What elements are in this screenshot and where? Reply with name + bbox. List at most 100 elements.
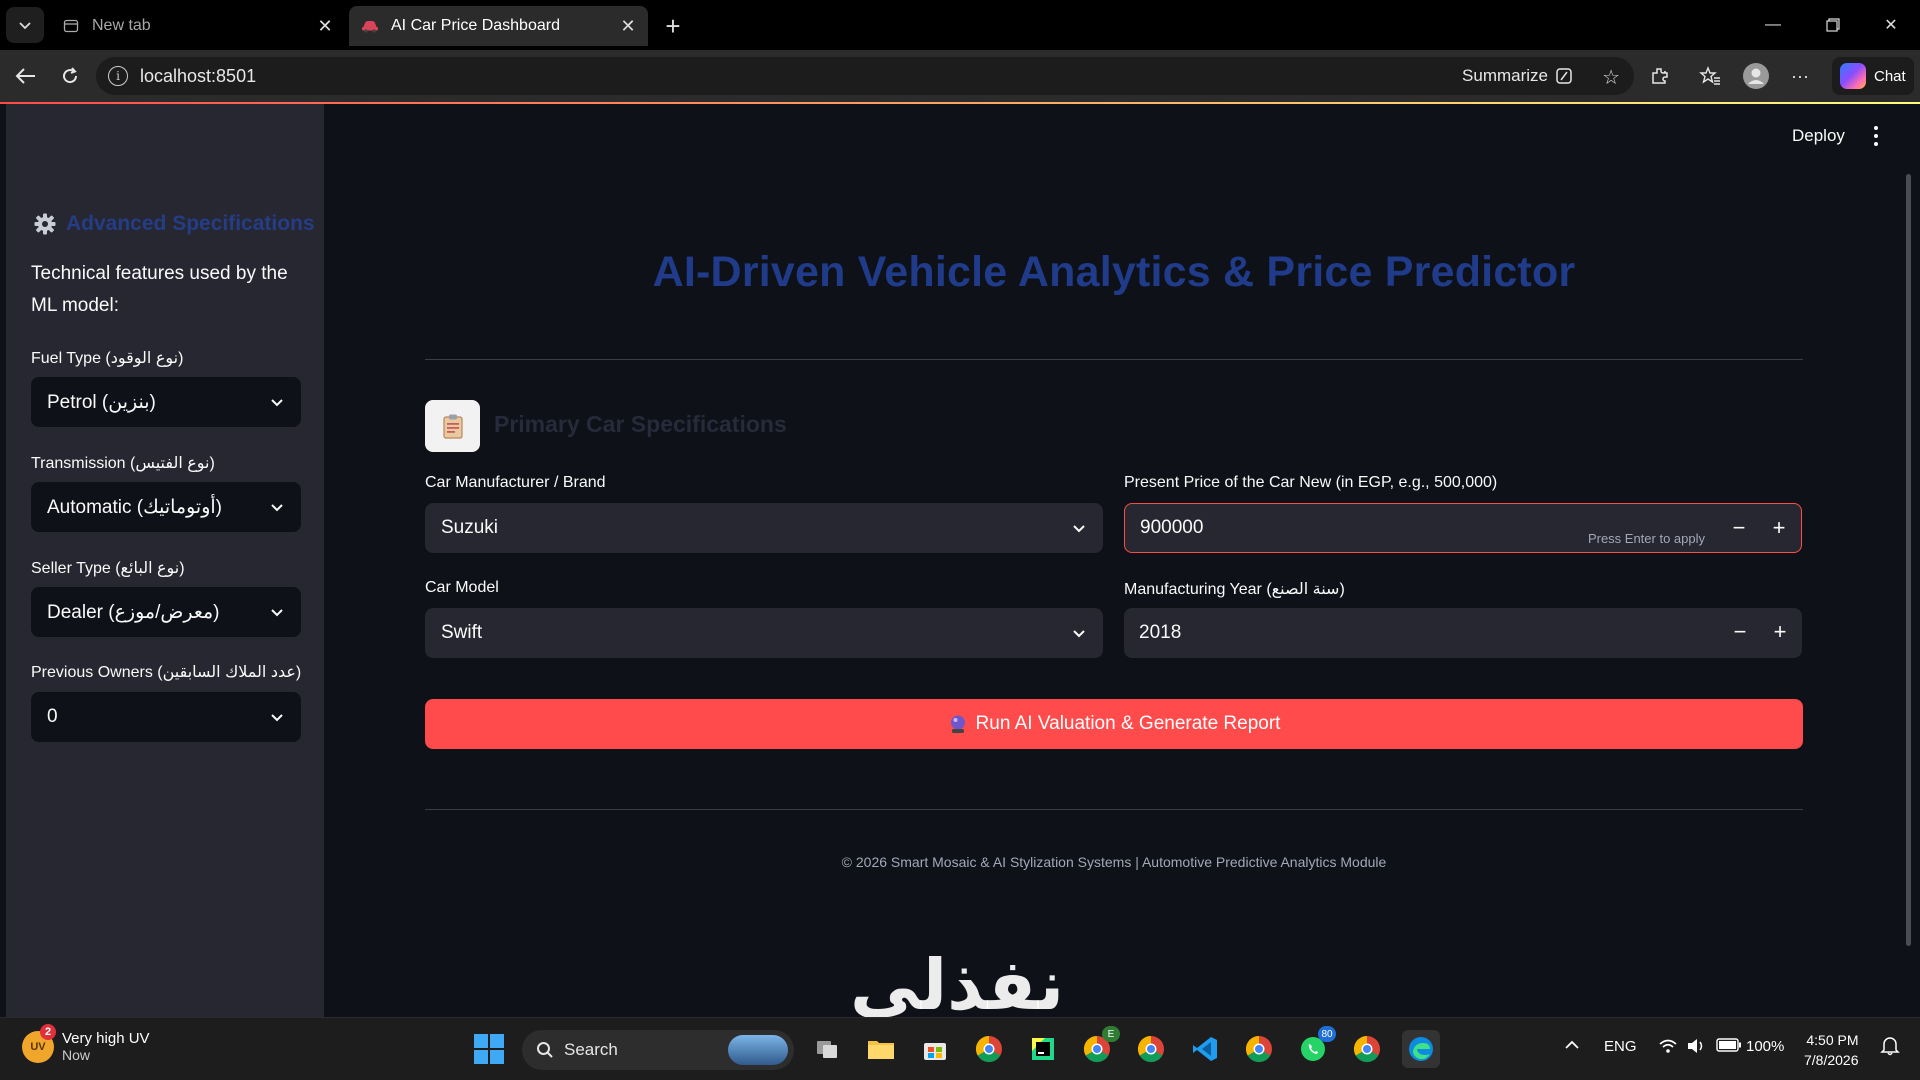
chevron-down-icon — [271, 399, 283, 407]
tab-list-button[interactable] — [6, 7, 44, 43]
page-title: AI-Driven Vehicle Analytics & Price Pred… — [652, 248, 1576, 296]
model-value: Swift — [441, 622, 483, 643]
model-select[interactable]: Swift — [425, 608, 1103, 658]
notifications-icon[interactable] — [1880, 1036, 1900, 1060]
chrome-profile-icon[interactable]: E — [1078, 1026, 1120, 1068]
decrement-button[interactable]: − — [1719, 504, 1759, 552]
chevron-down-icon — [271, 504, 283, 512]
increment-button[interactable]: + — [1759, 504, 1799, 552]
seller-type-select[interactable]: Dealer (معرض/موزع) — [31, 587, 301, 637]
browser-toolbar: i localhost:8501 Summarize ☆ ··· Chat — [0, 50, 1920, 102]
search-highlight-image — [728, 1035, 788, 1065]
new-tab-button[interactable]: + — [658, 11, 688, 41]
previous-owners-select[interactable]: 0 — [31, 692, 301, 742]
chrome-icon[interactable] — [970, 1030, 1008, 1068]
task-view-icon[interactable] — [808, 1030, 846, 1068]
chrome-profile-icon[interactable] — [1132, 1030, 1170, 1068]
transmission-value: Automatic (أوتوماتيك) — [47, 496, 222, 518]
year-label: Manufacturing Year (سنة الصنع) — [1124, 581, 1345, 598]
copilot-icon — [1840, 63, 1866, 89]
decrement-button[interactable]: − — [1720, 608, 1760, 656]
copilot-chat-button[interactable]: Chat — [1832, 57, 1914, 95]
battery-icon[interactable] — [1716, 1038, 1742, 1056]
address-bar[interactable]: i localhost:8501 Summarize ☆ — [96, 57, 1634, 95]
run-valuation-button[interactable]: Run AI Valuation & Generate Report — [425, 699, 1803, 749]
extensions-icon[interactable] — [1646, 62, 1674, 90]
scrollbar[interactable] — [1906, 174, 1911, 946]
chevron-down-icon — [1073, 525, 1085, 533]
chrome-profile-icon[interactable] — [1348, 1030, 1386, 1068]
clipboard-icon — [425, 400, 480, 452]
minimize-icon[interactable]: — — [1750, 8, 1796, 42]
battery-percent: 100% — [1746, 1038, 1785, 1055]
chevron-down-icon — [19, 22, 31, 30]
new-tab-icon — [62, 17, 80, 35]
previous-owners-label: Previous Owners (عدد الملاك السابقين) — [31, 664, 302, 681]
year-value: 2018 — [1139, 622, 1182, 643]
summarize-button[interactable]: Summarize — [1462, 57, 1574, 95]
transmission-select[interactable]: Automatic (أوتوماتيك) — [31, 482, 301, 532]
system-clock[interactable]: 4:50 PM 7/8/2026 — [1804, 1030, 1859, 1070]
chat-label: Chat — [1874, 67, 1906, 85]
brand-value: Suzuki — [441, 517, 499, 538]
file-explorer-icon[interactable] — [862, 1030, 900, 1068]
profile-avatar-icon[interactable] — [1742, 62, 1770, 90]
price-value: 900000 — [1140, 517, 1204, 538]
price-input[interactable]: 900000 Press Enter to apply − + — [1124, 503, 1802, 553]
more-menu-icon[interactable]: ··· — [1786, 62, 1814, 90]
volume-icon[interactable] — [1686, 1038, 1706, 1058]
section-title: Primary Car Specifications — [494, 411, 787, 437]
press-enter-hint: Press Enter to apply — [1587, 531, 1705, 546]
weather-subtitle: Now — [62, 1047, 91, 1063]
tab-title: New tab — [92, 17, 151, 34]
favorites-icon[interactable] — [1696, 62, 1724, 90]
taskbar: UV 2 Very high UV Now Search E 80 ENG 10… — [0, 1017, 1920, 1080]
fuel-type-label: Fuel Type (نوع الوقود) — [31, 350, 184, 367]
restore-icon[interactable] — [1810, 8, 1856, 42]
fuel-type-select[interactable]: Petrol (بنزين) — [31, 377, 301, 427]
chevron-down-icon — [271, 609, 283, 617]
microsoft-store-icon[interactable] — [916, 1030, 954, 1068]
reload-icon[interactable] — [56, 62, 84, 90]
vscode-icon[interactable] — [1186, 1030, 1224, 1068]
increment-button[interactable]: + — [1760, 608, 1800, 656]
sidebar: Advanced Specifications Technical featur… — [6, 104, 324, 1017]
taskbar-search[interactable]: Search — [522, 1030, 794, 1070]
brand-label: Car Manufacturer / Brand — [425, 474, 606, 491]
windows-start-icon[interactable] — [474, 1034, 504, 1064]
deploy-button[interactable]: Deploy — [1792, 126, 1845, 146]
notification-badge: 2 — [40, 1023, 56, 1040]
clock-time: 4:50 PM — [1806, 1032, 1859, 1048]
summarize-icon — [1556, 68, 1572, 84]
search-icon — [537, 1042, 553, 1058]
profile-badge: E — [1102, 1026, 1120, 1042]
close-tab-icon[interactable]: ✕ — [313, 14, 337, 38]
sidebar-title-text: Advanced Specifications — [66, 212, 315, 235]
edge-icon[interactable] — [1402, 1030, 1440, 1068]
year-input[interactable]: 2018 − + — [1124, 608, 1802, 658]
divider — [425, 359, 1803, 360]
main-menu-icon[interactable] — [1866, 122, 1886, 150]
wifi-icon[interactable] — [1658, 1038, 1678, 1058]
close-tab-icon[interactable]: ✕ — [616, 14, 640, 38]
tab-ai-car-price-dashboard[interactable]: AI Car Price Dashboard ✕ — [349, 6, 648, 46]
gear-icon — [34, 213, 56, 235]
chrome-profile-icon[interactable] — [1240, 1030, 1278, 1068]
clock-date: 7/8/2026 — [1804, 1052, 1859, 1068]
site-info-icon[interactable]: i — [108, 66, 128, 86]
chevron-down-icon — [1073, 630, 1085, 638]
close-window-icon[interactable]: ✕ — [1868, 8, 1914, 42]
crystal-ball-icon — [950, 715, 965, 733]
back-icon[interactable] — [12, 62, 40, 90]
pycharm-icon[interactable] — [1024, 1030, 1062, 1068]
run-button-label: Run AI Valuation & Generate Report — [975, 713, 1281, 734]
show-hidden-icons[interactable] — [1564, 1038, 1580, 1055]
footer-text: © 2026 Smart Mosaic & AI Stylization Sys… — [841, 854, 1387, 870]
tab-new-tab[interactable]: New tab ✕ — [50, 6, 345, 46]
whatsapp-icon[interactable]: 80 — [1294, 1026, 1336, 1068]
language-indicator[interactable]: ENG — [1604, 1038, 1637, 1055]
favorite-star-icon[interactable]: ☆ — [1602, 65, 1620, 90]
model-label: Car Model — [425, 579, 499, 596]
brand-select[interactable]: Suzuki — [425, 503, 1103, 553]
weather-widget[interactable]: UV 2 Very high UV Now — [22, 1023, 150, 1063]
